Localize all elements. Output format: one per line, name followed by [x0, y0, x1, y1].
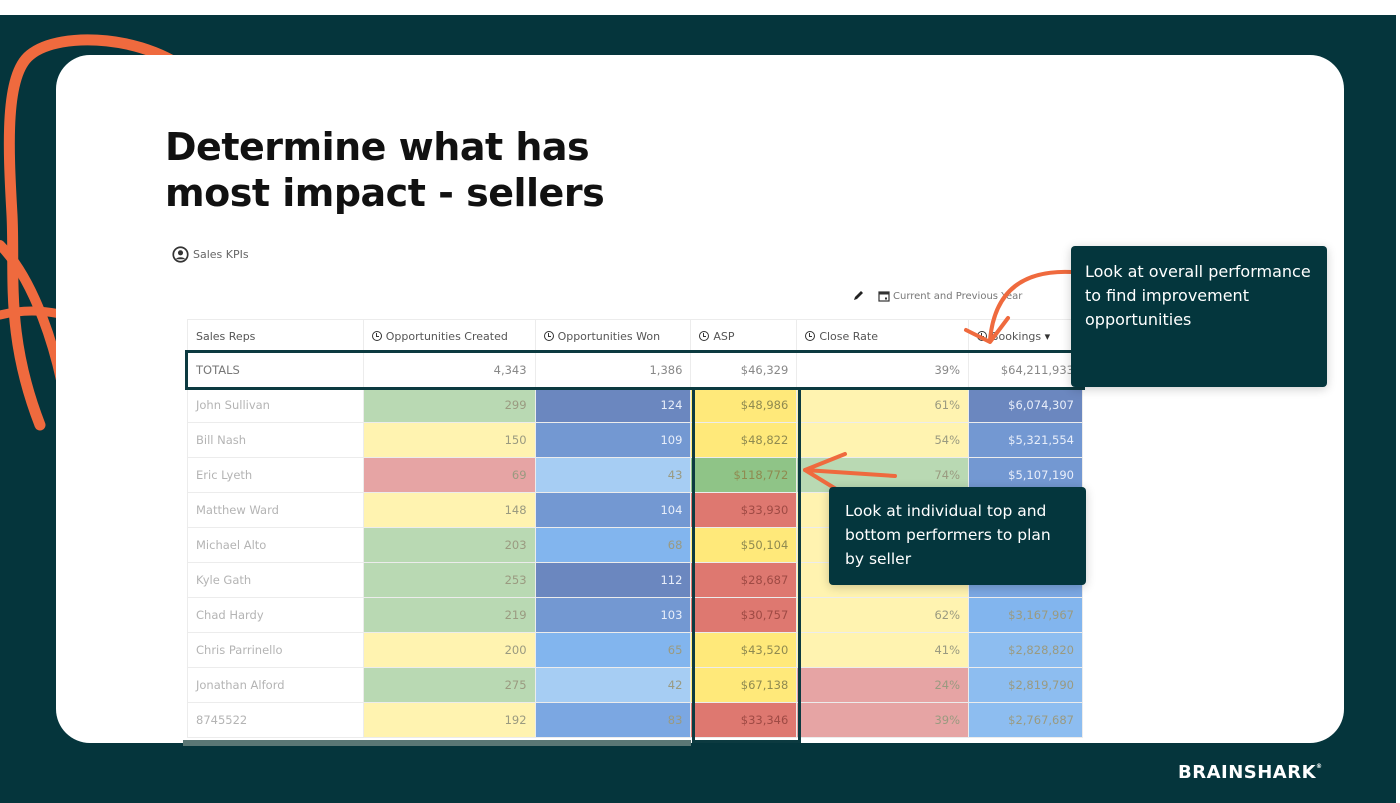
- calendar-icon: [878, 291, 890, 302]
- column-header-close-rate[interactable]: Close Rate: [796, 319, 970, 353]
- sales-rep-name: John Sullivan: [187, 387, 364, 423]
- cell-asp: $118,772: [690, 457, 798, 493]
- sales-rep-name: Chris Parrinello: [187, 632, 364, 668]
- cell-close-rate: 41%: [796, 632, 970, 668]
- cell-bookings: $6,074,307: [968, 387, 1083, 423]
- totals-asp: $46,329: [690, 352, 798, 388]
- sales-rep-name: Eric Lyeth: [187, 457, 364, 493]
- table-row[interactable]: Chris Parrinello 200 65 $43,520 41% $2,828,82…: [187, 632, 1083, 668]
- cell-asp: $28,687: [690, 562, 798, 598]
- dashboard-name: Sales KPIs: [193, 248, 249, 261]
- callout-overall-performance: Look at overall performance to find impr…: [1071, 246, 1327, 387]
- cell-won: 43: [534, 457, 692, 493]
- cell-close-rate: 62%: [796, 597, 970, 633]
- cell-asp: $50,104: [690, 527, 798, 563]
- sales-rep-name: 8745522: [187, 702, 364, 738]
- title-line-2: most impact -: [165, 171, 467, 215]
- title-line-1: Determine what has: [165, 125, 590, 169]
- clock-icon: [699, 330, 710, 341]
- cell-close-rate: 61%: [796, 387, 970, 423]
- dashboard-toolbar: Current and Previous Year: [852, 290, 1022, 302]
- callout-individual-performers: Look at individual top and bottom perfor…: [829, 487, 1086, 585]
- cell-asp: $33,346: [690, 702, 798, 738]
- cell-won: 112: [534, 562, 692, 598]
- cell-created: 148: [362, 492, 536, 528]
- clock-icon: [371, 330, 382, 341]
- totals-close-rate: 39%: [796, 352, 970, 388]
- cell-won: 68: [534, 527, 692, 563]
- cell-close-rate: 24%: [796, 667, 970, 703]
- table-row[interactable]: Jonathan Alford 275 42 $67,138 24% $2,819,790: [187, 667, 1083, 703]
- cell-close-rate: 54%: [796, 422, 970, 458]
- column-header-opportunities-won[interactable]: Opportunities Won: [534, 319, 692, 353]
- table-row[interactable]: 8745522 192 83 $33,346 39% $2,767,687: [187, 702, 1083, 738]
- column-header-sales-reps[interactable]: Sales Reps: [187, 319, 364, 353]
- cell-bookings: $2,828,820: [968, 632, 1083, 668]
- clock-icon: [805, 330, 816, 341]
- cell-bookings: $2,819,790: [968, 667, 1083, 703]
- cell-bookings: $5,321,554: [968, 422, 1083, 458]
- cell-created: 203: [362, 527, 536, 563]
- cell-won: 83: [534, 702, 692, 738]
- column-header-opportunities-created[interactable]: Opportunities Created: [362, 319, 536, 353]
- date-filter-label: Current and Previous Year: [893, 290, 1023, 302]
- totals-row: TOTALS 4,343 1,386 $46,329 39% $64,211,9…: [187, 352, 1083, 388]
- cell-asp: $48,986: [690, 387, 798, 423]
- cell-won: 103: [534, 597, 692, 633]
- totals-created: 4,343: [362, 352, 536, 388]
- cell-won: 65: [534, 632, 692, 668]
- column-header-bookings[interactable]: Bookings ▾: [968, 319, 1083, 353]
- cell-created: 253: [362, 562, 536, 598]
- cell-created: 69: [362, 457, 536, 493]
- dashboard-label[interactable]: Sales KPIs: [172, 246, 249, 263]
- cell-won: 124: [534, 387, 692, 423]
- sales-rep-name: Michael Alto: [187, 527, 364, 563]
- title-emphasis: sellers: [466, 171, 605, 215]
- cell-won: 104: [534, 492, 692, 528]
- date-filter[interactable]: Current and Previous Year: [878, 290, 1022, 302]
- clock-icon: [977, 330, 988, 341]
- edit-pencil-icon[interactable]: [852, 290, 864, 302]
- table-bottom-shadow: [183, 740, 691, 746]
- table-row[interactable]: John Sullivan 299 124 $48,986 61% $6,074,307: [187, 387, 1083, 423]
- cell-asp: $43,520: [690, 632, 798, 668]
- cell-created: 200: [362, 632, 536, 668]
- totals-label: TOTALS: [187, 352, 364, 388]
- right-edge: [1396, 15, 1400, 803]
- slide-title: Determine what has most impact - sellers: [165, 124, 605, 216]
- sales-rep-name: Jonathan Alford: [187, 667, 364, 703]
- totals-bookings: $64,211,933: [968, 352, 1083, 388]
- cell-won: 42: [534, 667, 692, 703]
- brainshark-logo: BRAINSHARK®: [1178, 762, 1323, 783]
- cell-created: 219: [362, 597, 536, 633]
- sales-rep-name: Bill Nash: [187, 422, 364, 458]
- cell-created: 275: [362, 667, 536, 703]
- cell-close-rate: 39%: [796, 702, 970, 738]
- sales-rep-name: Chad Hardy: [187, 597, 364, 633]
- cell-created: 150: [362, 422, 536, 458]
- cell-asp: $48,822: [690, 422, 798, 458]
- cell-bookings: $3,167,967: [968, 597, 1083, 633]
- table-header-row: Sales Reps Opportunities Created Opportu…: [187, 319, 1083, 353]
- cell-bookings: $2,767,687: [968, 702, 1083, 738]
- table-row[interactable]: Bill Nash 150 109 $48,822 54% $5,321,554: [187, 422, 1083, 458]
- cell-asp: $67,138: [690, 667, 798, 703]
- column-header-asp[interactable]: ASP: [690, 319, 798, 353]
- sales-rep-name: Kyle Gath: [187, 562, 364, 598]
- cell-created: 192: [362, 702, 536, 738]
- sales-rep-name: Matthew Ward: [187, 492, 364, 528]
- cell-asp: $33,930: [690, 492, 798, 528]
- cell-created: 299: [362, 387, 536, 423]
- clock-icon: [543, 330, 554, 341]
- table-row[interactable]: Chad Hardy 219 103 $30,757 62% $3,167,967: [187, 597, 1083, 633]
- cell-asp: $30,757: [690, 597, 798, 633]
- user-icon: [172, 246, 189, 263]
- totals-won: 1,386: [534, 352, 692, 388]
- cell-won: 109: [534, 422, 692, 458]
- sort-desc-icon: ▾: [1044, 329, 1051, 343]
